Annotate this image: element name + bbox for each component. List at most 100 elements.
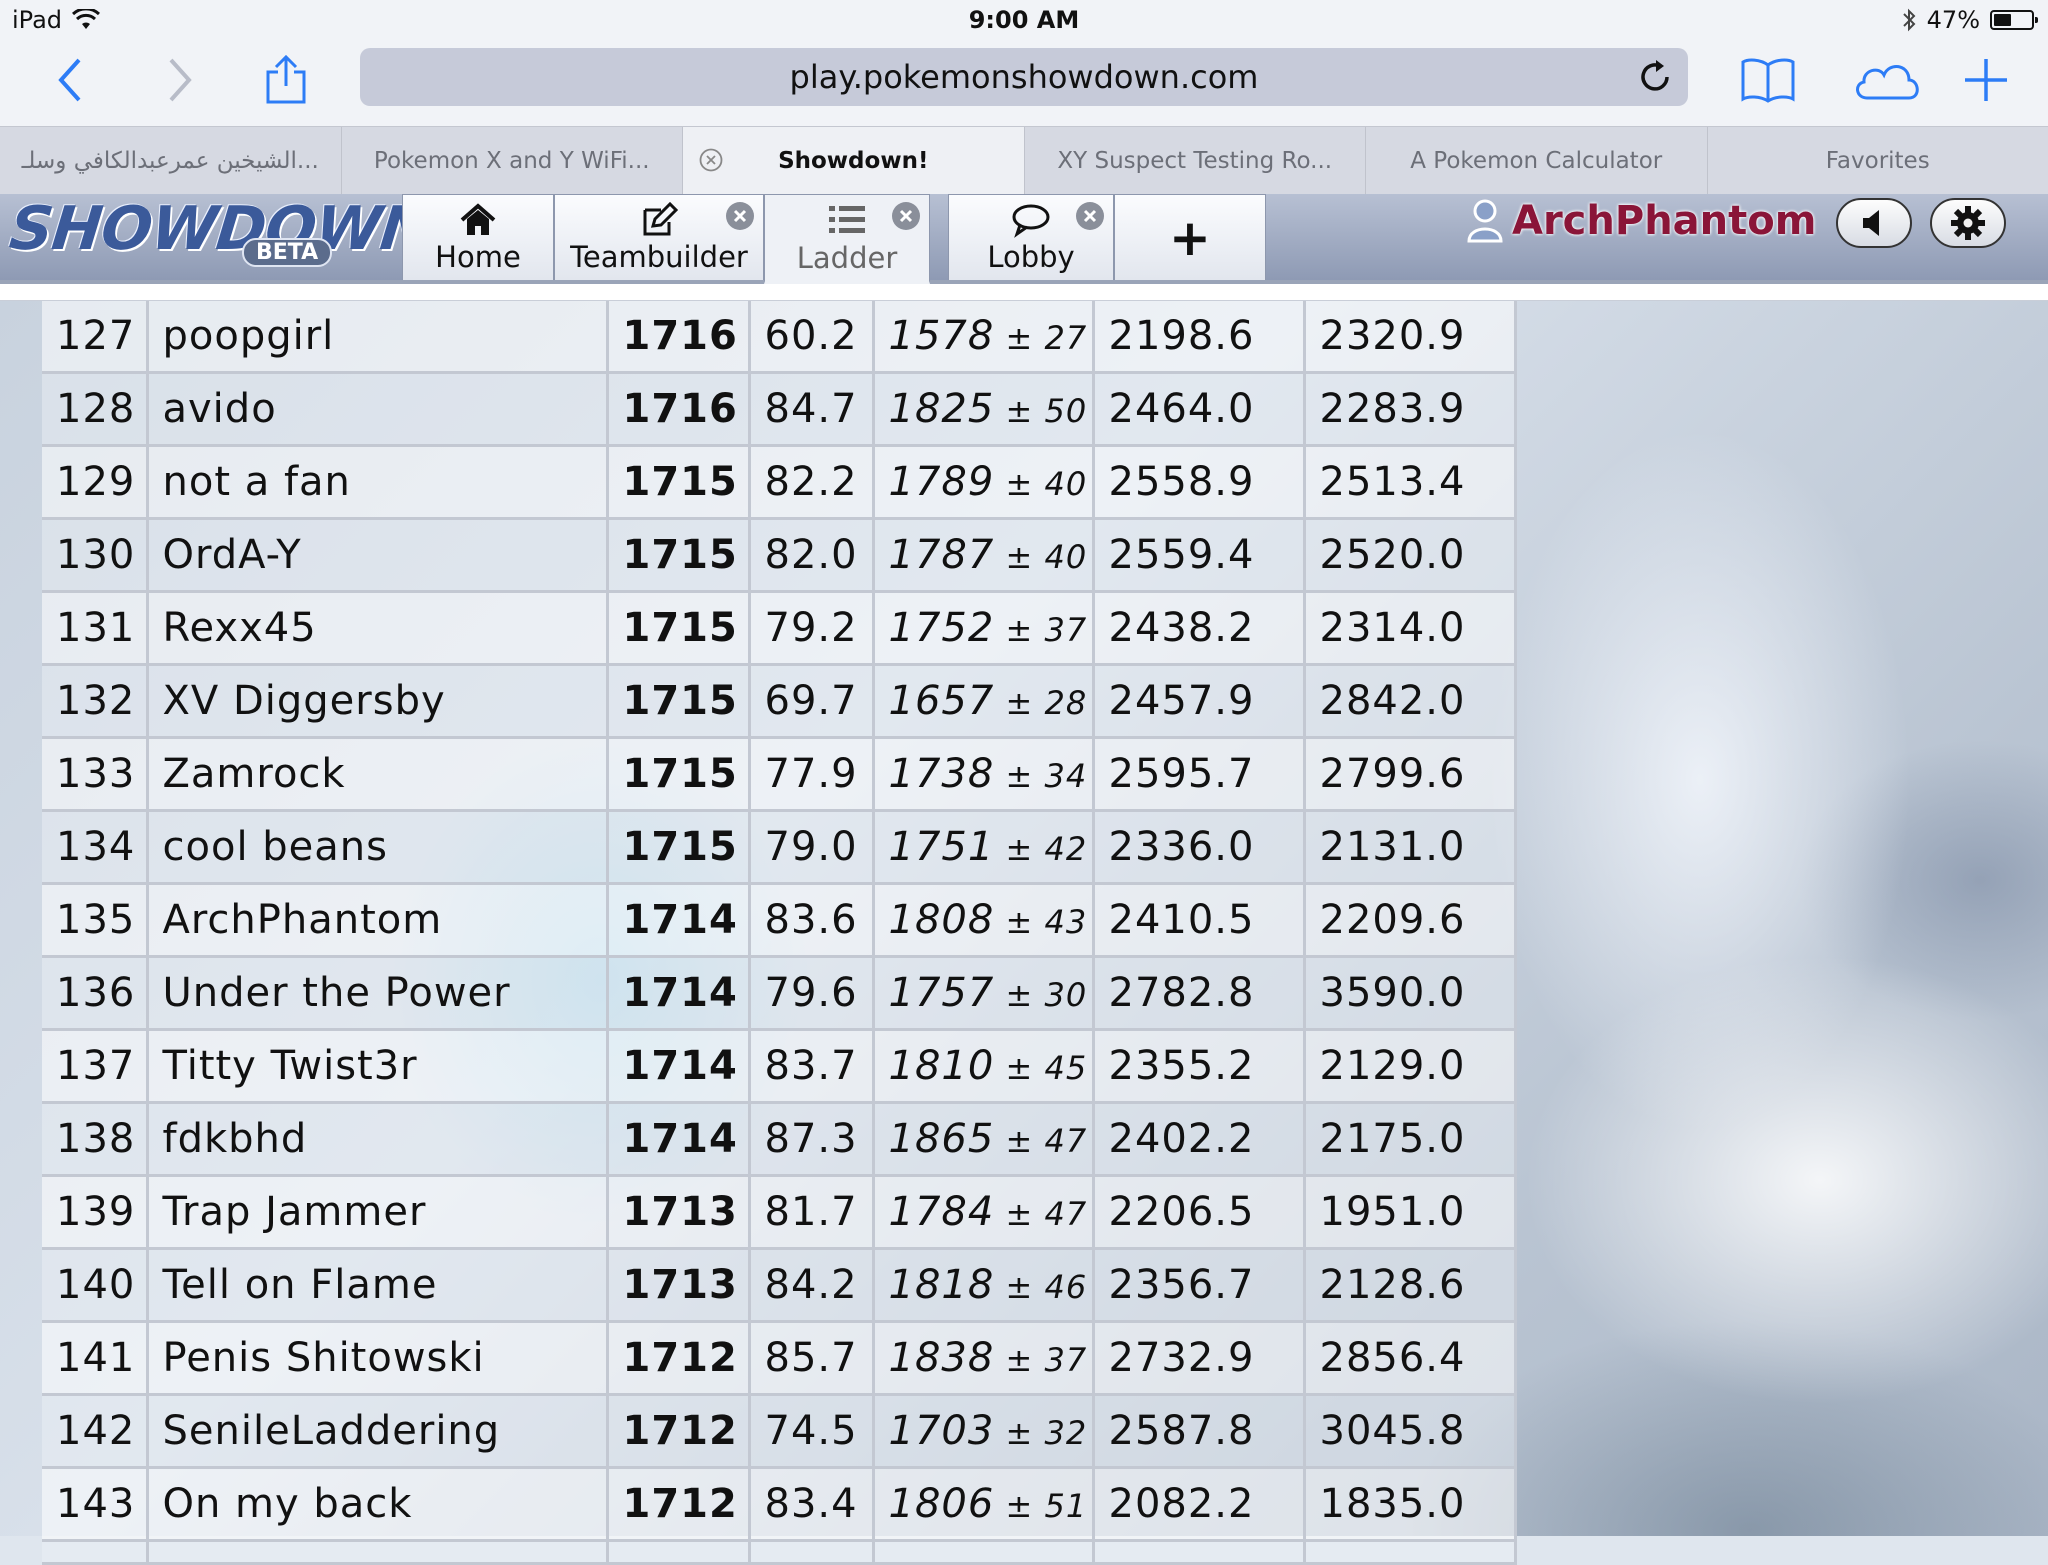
status-bar: iPad 9:00 AM 47% <box>0 0 2048 40</box>
glicko-deviation: 27 <box>1044 319 1087 357</box>
empty-cell <box>147 1541 607 1564</box>
browser-tab[interactable]: الشيخين عمرعبدالكافي وسلـ... <box>0 127 342 195</box>
col5-cell: 2558.9 <box>1093 446 1304 519</box>
reading-list-button[interactable] <box>1738 50 1798 110</box>
glicko-deviation: 28 <box>1044 684 1087 722</box>
col6-cell: 2799.6 <box>1304 738 1515 811</box>
forward-button[interactable] <box>150 50 210 110</box>
gxe-cell: 84.7 <box>749 373 873 446</box>
col6-cell: 2129.0 <box>1304 1030 1515 1103</box>
player-name[interactable]: OrdA-Y <box>147 519 607 592</box>
player-name[interactable]: fdkbhd <box>147 1103 607 1176</box>
reload-icon[interactable] <box>1636 58 1674 96</box>
tab-home[interactable]: Home <box>402 194 554 280</box>
player-name[interactable]: Under the Power <box>147 957 607 1030</box>
glicko-rating: 1752 <box>889 605 995 651</box>
tab-label: XY Suspect Testing Ro... <box>1057 148 1332 174</box>
cloud-icon <box>1851 58 1923 102</box>
glicko-cell: 1818 ± 46 <box>873 1249 1093 1322</box>
rank-cell: 141 <box>42 1322 147 1395</box>
gxe-cell: 83.4 <box>749 1468 873 1541</box>
rank-cell: 133 <box>42 738 147 811</box>
col5-cell: 2336.0 <box>1093 811 1304 884</box>
browser-tab[interactable]: XY Suspect Testing Ro... <box>1025 127 1367 195</box>
browser-tab[interactable]: Favorites <box>1708 127 2048 195</box>
address-bar[interactable]: play.pokemonshowdown.com <box>360 48 1688 106</box>
player-name[interactable]: Titty Twist3r <box>147 1030 607 1103</box>
player-name[interactable]: poopgirl <box>147 301 607 373</box>
player-name[interactable]: SenileLaddering <box>147 1395 607 1468</box>
icloud-tabs-button[interactable] <box>1850 50 1924 110</box>
empty-cell <box>42 1541 147 1564</box>
close-icon[interactable] <box>1075 201 1105 231</box>
table-row: 133Zamrock171577.91738 ± 342595.72799.6 <box>42 738 1515 811</box>
back-button[interactable] <box>40 50 100 110</box>
close-icon[interactable] <box>725 201 755 231</box>
user-area[interactable]: ArchPhantom <box>1466 198 1816 244</box>
gxe-cell: 60.2 <box>749 301 873 373</box>
col5-cell: 2438.2 <box>1093 592 1304 665</box>
rank-cell: 135 <box>42 884 147 957</box>
glicko-rating: 1838 <box>889 1335 995 1381</box>
player-name[interactable]: Zamrock <box>147 738 607 811</box>
rank-cell: 139 <box>42 1176 147 1249</box>
player-name[interactable]: avido <box>147 373 607 446</box>
tab-teambuilder[interactable]: Teambuilder <box>554 194 764 280</box>
player-name[interactable]: Rexx45 <box>147 592 607 665</box>
gxe-cell: 77.9 <box>749 738 873 811</box>
share-button[interactable] <box>256 50 316 110</box>
add-room-button[interactable]: + <box>1114 194 1266 280</box>
tab-label: Favorites <box>1826 148 1930 174</box>
player-name[interactable]: Trap Jammer <box>147 1176 607 1249</box>
close-icon[interactable] <box>891 201 921 231</box>
close-tab-icon[interactable] <box>699 148 723 172</box>
col6-cell: 2314.0 <box>1304 592 1515 665</box>
browser-tab-active[interactable]: Showdown! <box>683 127 1025 195</box>
elo-cell: 1715 <box>607 519 749 592</box>
table-row <box>42 1541 1515 1564</box>
plus-icon <box>1963 57 2009 103</box>
col5-cell: 2355.2 <box>1093 1030 1304 1103</box>
rank-cell: 143 <box>42 1468 147 1541</box>
rank-cell: 130 <box>42 519 147 592</box>
showdown-logo[interactable]: SHOWDOWN BETA <box>6 194 386 280</box>
rank-cell: 142 <box>42 1395 147 1468</box>
gxe-cell: 79.0 <box>749 811 873 884</box>
elo-cell: 1715 <box>607 738 749 811</box>
glicko-deviation: 46 <box>1044 1268 1087 1306</box>
player-name[interactable]: Penis Shitowski <box>147 1322 607 1395</box>
tab-ladder[interactable]: Ladder <box>764 194 930 284</box>
rank-cell: 128 <box>42 373 147 446</box>
url-text: play.pokemonshowdown.com <box>790 58 1259 96</box>
logo-text: SHOWDOWN <box>6 194 433 264</box>
plus-minus-sign: ± <box>994 538 1044 576</box>
player-name[interactable]: not a fan <box>147 446 607 519</box>
rank-cell: 136 <box>42 957 147 1030</box>
player-name[interactable]: XV Diggersby <box>147 665 607 738</box>
rank-cell: 129 <box>42 446 147 519</box>
player-name[interactable]: cool beans <box>147 811 607 884</box>
new-tab-button[interactable] <box>1956 50 2016 110</box>
player-name[interactable]: ArchPhantom <box>147 884 607 957</box>
browser-tab[interactable]: A Pokemon Calculator <box>1366 127 1708 195</box>
glicko-rating: 1806 <box>889 1481 995 1527</box>
rank-cell: 132 <box>42 665 147 738</box>
browser-tab[interactable]: Pokemon X and Y WiFi... <box>342 127 684 195</box>
player-name[interactable]: On my back <box>147 1468 607 1541</box>
player-name[interactable]: Tell on Flame <box>147 1249 607 1322</box>
table-row: 135ArchPhantom171483.61808 ± 432410.5220… <box>42 884 1515 957</box>
table-row: 131Rexx45171579.21752 ± 372438.22314.0 <box>42 592 1515 665</box>
col6-cell: 2320.9 <box>1304 301 1515 373</box>
gxe-cell: 85.7 <box>749 1322 873 1395</box>
glicko-deviation: 47 <box>1044 1195 1087 1233</box>
sound-button[interactable] <box>1836 198 1912 248</box>
gxe-cell: 79.6 <box>749 957 873 1030</box>
glicko-rating: 1578 <box>889 313 995 359</box>
options-button[interactable] <box>1930 198 2006 248</box>
col5-cell: 2559.4 <box>1093 519 1304 592</box>
gxe-cell: 69.7 <box>749 665 873 738</box>
empty-cell <box>607 1541 749 1564</box>
col5-cell: 2587.8 <box>1093 1395 1304 1468</box>
elo-cell: 1714 <box>607 1030 749 1103</box>
tab-lobby[interactable]: Lobby <box>948 194 1114 280</box>
